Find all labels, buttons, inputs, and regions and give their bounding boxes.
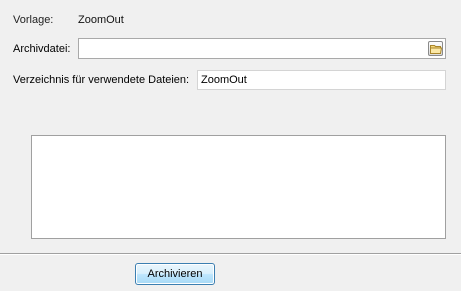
template-value: ZoomOut — [78, 14, 124, 26]
browse-folder-button[interactable] — [428, 41, 443, 56]
archive-file-input[interactable] — [78, 38, 446, 59]
directory-label: Verzeichnis für verwendete Dateien: — [13, 74, 190, 86]
log-textarea[interactable] — [31, 135, 446, 239]
archive-file-label: Archivdatei: — [13, 43, 71, 55]
folder-icon — [430, 45, 442, 54]
template-label: Vorlage: — [13, 14, 54, 26]
directory-input[interactable]: ZoomOut — [197, 70, 446, 90]
archive-button[interactable]: Archivieren — [135, 263, 215, 285]
separator — [0, 253, 461, 255]
